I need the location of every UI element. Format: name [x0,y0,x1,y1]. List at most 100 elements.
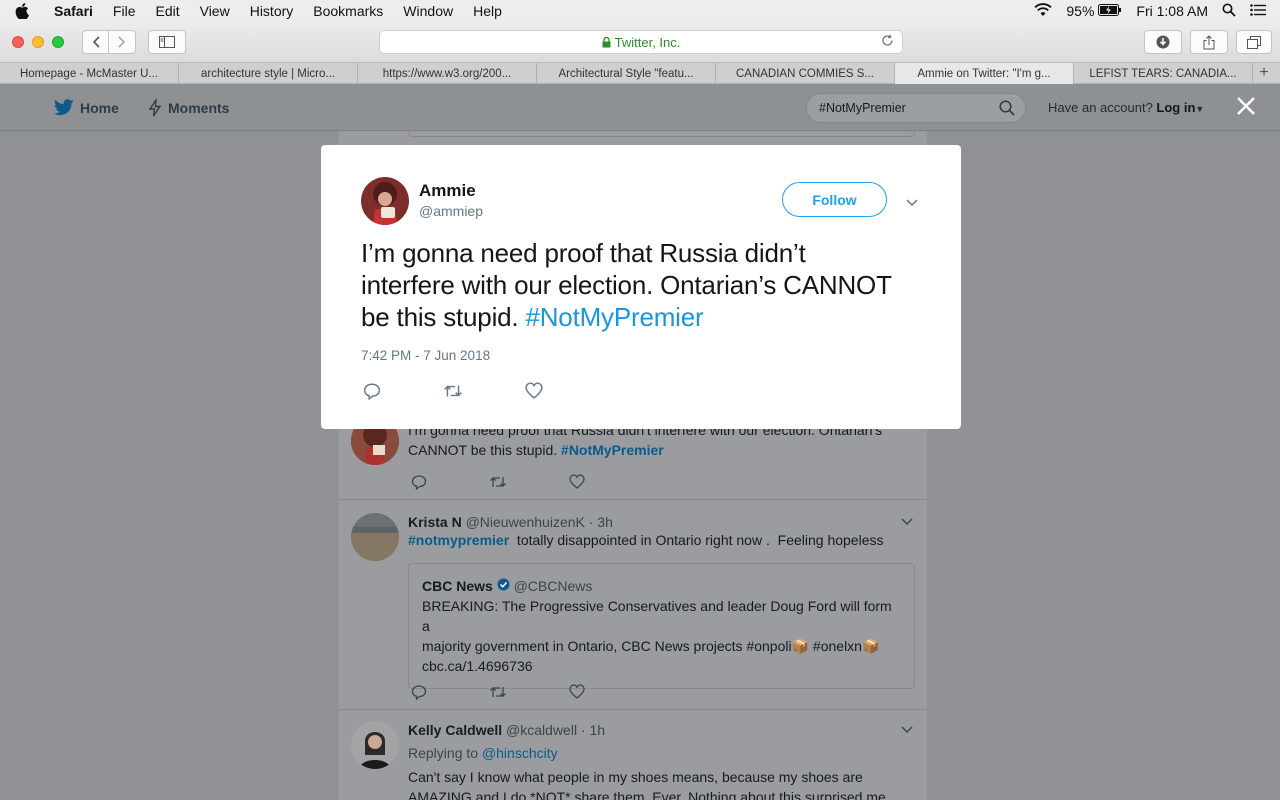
reply-icon[interactable] [411,474,427,495]
close-modal-button[interactable] [1232,92,1260,120]
share-icon [1203,34,1215,49]
tab-lefist-tears[interactable]: LEFIST TEARS: CANADIA... [1074,63,1253,84]
search-input[interactable]: #NotMyPremier [806,93,1026,123]
battery-icon[interactable] [1098,3,1122,19]
verified-icon [497,578,510,594]
author-name[interactable]: Kelly Caldwell [408,722,502,738]
like-icon[interactable] [569,684,585,705]
reply-icon[interactable] [411,684,427,705]
retweet-icon[interactable] [489,474,507,495]
chevron-down-icon[interactable] [906,194,918,212]
sidebar-button[interactable] [148,30,186,54]
author-name[interactable]: Ammie [419,181,476,201]
chevron-down-icon[interactable] [901,723,913,737]
lightning-icon [148,99,162,117]
apple-icon[interactable] [0,3,44,19]
avatar[interactable] [361,177,409,225]
nav-moments[interactable]: Moments [148,99,229,117]
author-handle[interactable]: @NieuwenhuizenK [466,514,585,530]
like-icon[interactable] [569,474,585,495]
quote-line: majority government in Ontario, CBC News… [422,638,880,654]
wifi-icon[interactable] [1034,2,1053,20]
retweet-icon[interactable] [443,382,463,405]
tweet-krista[interactable]: Krista N @NieuwenhuizenK · 3h #notmyprem… [339,501,927,710]
menu-history[interactable]: History [240,3,304,19]
tab-canadian-commies[interactable]: CANADIAN COMMIES S... [716,63,895,84]
nav-home-label: Home [80,99,119,116]
window-controls [12,36,64,48]
author-name[interactable]: Krista N [408,514,462,530]
tweet-age[interactable]: · 3h [589,514,613,530]
menu-icon[interactable] [1250,3,1266,19]
tab-w3[interactable]: https://www.w3.org/200... [358,63,537,84]
zoom-window-button[interactable] [52,36,64,48]
menu-bar: Safari File Edit View History Bookmarks … [0,0,1280,22]
menu-edit[interactable]: Edit [145,3,189,19]
tweet-text: Can't say I know what people in my shoes… [408,769,890,800]
close-window-button[interactable] [12,36,24,48]
retweet-icon[interactable] [489,684,507,705]
spotlight-icon[interactable] [1222,3,1236,20]
forward-icon [118,36,126,48]
tweet-text: #notmypremier totally disappointed in On… [408,532,884,548]
new-tab-button[interactable]: + [1253,63,1275,83]
tweet-kelly[interactable]: Kelly Caldwell @kcaldwell · 1h Replying … [339,711,927,800]
menu-file[interactable]: File [103,3,146,19]
reload-icon[interactable] [881,34,894,50]
account-prompt: Have an account? Log in▼ [1048,100,1204,115]
reply-icon[interactable] [363,382,381,405]
menu-window[interactable]: Window [393,3,463,19]
download-icon [1156,35,1170,49]
replying-to-link[interactable]: @hinschcity [482,745,558,761]
tweet-modal: Ammie @ammiep Follow I’m gonna need proo… [321,145,961,429]
search-value: #NotMyPremier [819,101,906,115]
menu-view[interactable]: View [190,3,240,19]
minimize-window-button[interactable] [32,36,44,48]
avatar[interactable] [351,721,399,769]
twitter-bird-icon [54,99,74,116]
avatar[interactable] [351,513,399,561]
replying-to: Replying to @hinschcity [408,745,558,761]
hashtag-link[interactable]: #NotMyPremier [525,302,703,332]
hashtag-link[interactable]: #notmypremier [408,532,509,548]
search-icon[interactable] [999,100,1015,119]
tweet-text: I’m gonna need proof that Russia didn’t … [361,238,892,332]
tweet-actions [411,684,585,705]
tweet-age[interactable]: · 1h [581,722,605,738]
share-button[interactable] [1190,30,1228,54]
browser-toolbar: Twitter, Inc. [0,22,1280,62]
quote-link[interactable]: cbc.ca/1.4696736 [422,656,901,676]
tab-ammie-twitter[interactable]: Ammie on Twitter: "I'm g... [895,63,1074,84]
back-button[interactable] [82,30,109,54]
tab-architecture-style[interactable]: architecture style | Micro... [179,63,358,84]
close-icon [1237,97,1255,115]
tab-architectural-style[interactable]: Architectural Style "featu... [537,63,716,84]
tab-strip: Homepage - McMaster U... architecture st… [0,62,1280,84]
chevron-down-icon[interactable] [901,515,913,529]
menu-help[interactable]: Help [463,3,512,19]
nav-home[interactable]: Home [54,99,119,116]
login-link[interactable]: Log in [1156,100,1195,115]
follow-button[interactable]: Follow [782,182,887,217]
tabs-overview-button[interactable] [1236,30,1272,54]
hashtag-link[interactable]: #NotMyPremier [561,442,664,458]
menu-bookmarks[interactable]: Bookmarks [303,3,393,19]
forward-button[interactable] [109,30,136,54]
tab-mcmaster[interactable]: Homepage - McMaster U... [0,63,179,84]
quote-handle: @CBCNews [513,578,593,594]
account-prefix: Have an account? [1048,100,1153,115]
clock[interactable]: Fri 1:08 AM [1136,3,1208,19]
author-handle[interactable]: @kcaldwell [506,722,577,738]
sidebar-icon [159,36,175,48]
author-handle[interactable]: @ammiep [419,203,483,219]
quoted-tweet[interactable]: CBC News @CBCNews BREAKING: The Progress… [408,563,915,689]
download-button[interactable] [1144,30,1182,54]
address-bar[interactable]: Twitter, Inc. [379,30,903,54]
login-caret-icon[interactable]: ▼ [1195,104,1204,114]
nav-moments-label: Moments [168,100,230,116]
like-icon[interactable] [525,382,543,405]
address-text: Twitter, Inc. [614,34,681,50]
quote-line: BREAKING: The Progressive Conservatives … [422,598,892,634]
tweet-timestamp[interactable]: 7:42 PM - 7 Jun 2018 [361,348,490,363]
menu-app-safari[interactable]: Safari [44,3,103,19]
